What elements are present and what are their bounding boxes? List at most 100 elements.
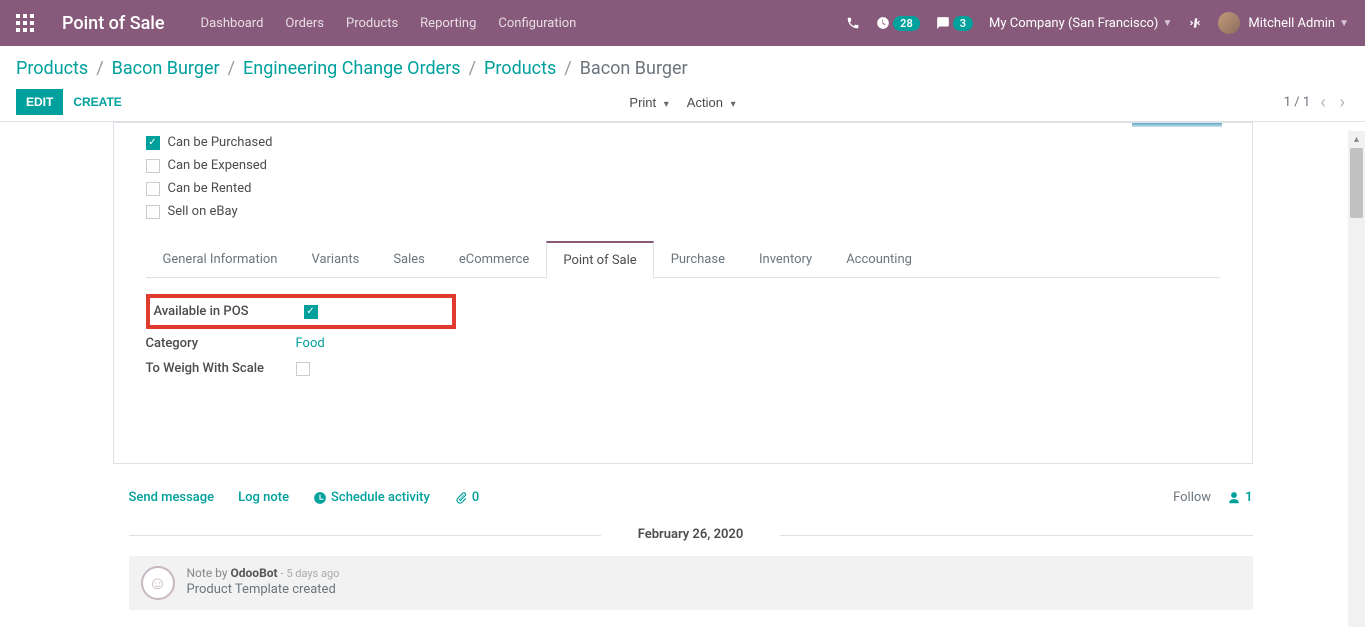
company-name: My Company (San Francisco) xyxy=(989,16,1158,31)
nav-menu: Dashboard Orders Products Reporting Conf… xyxy=(201,16,577,31)
paperclip-icon xyxy=(454,491,468,505)
tab-purchase[interactable]: Purchase xyxy=(654,241,742,278)
checkbox-icon[interactable] xyxy=(296,362,310,376)
option-checks: Can be Purchased Can be Expensed Can be … xyxy=(146,131,1220,223)
message-author: OdooBot xyxy=(231,566,278,580)
edit-button[interactable]: EDIT xyxy=(16,89,63,115)
message-age: - 5 days ago xyxy=(281,567,340,580)
checkbox-icon[interactable] xyxy=(146,159,160,173)
nav-reporting[interactable]: Reporting xyxy=(420,16,476,31)
check-rented: Can be Rented xyxy=(146,177,1220,200)
tabs: General Information Variants Sales eComm… xyxy=(146,241,1220,278)
chevron-down-icon: ▾ xyxy=(664,99,669,110)
row-weigh: To Weigh With Scale xyxy=(146,356,1220,381)
breadcrumb: Products/ Bacon Burger/ Engineering Chan… xyxy=(16,58,1349,79)
activity-icon[interactable]: 28 xyxy=(876,16,920,31)
clock-icon xyxy=(313,491,327,505)
send-message-button[interactable]: Send message xyxy=(129,490,215,505)
tab-general[interactable]: General Information xyxy=(146,241,295,278)
phone-icon[interactable] xyxy=(846,16,860,30)
crumb-products-2[interactable]: Products xyxy=(484,58,556,79)
tab-inventory[interactable]: Inventory xyxy=(742,241,829,278)
checkbox-icon[interactable] xyxy=(146,182,160,196)
pager-prev[interactable]: ‹ xyxy=(1316,92,1329,113)
highlight-available-pos: Available in POS xyxy=(146,294,456,329)
top-navbar: Point of Sale Dashboard Orders Products … xyxy=(0,0,1365,46)
label-weigh: To Weigh With Scale xyxy=(146,361,296,376)
tab-sales[interactable]: Sales xyxy=(376,241,442,278)
tab-pos[interactable]: Point of Sale xyxy=(546,241,653,278)
label-available-pos: Available in POS xyxy=(154,304,304,319)
messages-icon[interactable]: 3 xyxy=(936,16,973,31)
activity-count: 28 xyxy=(893,16,920,31)
attach-count: 0 xyxy=(472,490,479,505)
message: ☺ Note by OdooBot - 5 days ago Product T… xyxy=(129,556,1253,610)
nav-products[interactable]: Products xyxy=(346,16,398,31)
crumb-products[interactable]: Products xyxy=(16,58,88,79)
checkbox-icon[interactable] xyxy=(304,305,318,319)
crumb-bacon-burger[interactable]: Bacon Burger xyxy=(112,58,220,79)
apps-icon[interactable] xyxy=(16,14,34,32)
scroll-up-icon[interactable]: ▴ xyxy=(1348,131,1365,148)
check-ebay: Sell on eBay xyxy=(146,200,1220,223)
form-area: Can be Purchased Can be Expensed Can be … xyxy=(0,121,1365,616)
nav-configuration[interactable]: Configuration xyxy=(498,16,576,31)
action-dropdown[interactable]: Action ▾ xyxy=(681,91,742,114)
label: Can be Rented xyxy=(168,181,252,196)
message-content: Product Template created xyxy=(187,582,340,597)
chatter: Send message Log note Schedule activity … xyxy=(113,464,1253,610)
app-brand[interactable]: Point of Sale xyxy=(62,13,165,34)
follow-button[interactable]: Follow xyxy=(1173,490,1211,505)
checkbox-icon[interactable] xyxy=(146,136,160,150)
debug-icon[interactable] xyxy=(1188,16,1202,30)
row-category: Category Food xyxy=(146,331,1220,356)
form-sheet: Can be Purchased Can be Expensed Can be … xyxy=(113,122,1253,464)
crumb-current: Bacon Burger xyxy=(580,58,688,79)
attachments-button[interactable]: 0 xyxy=(454,490,479,505)
user-menu[interactable]: Mitchell Admin ▼ xyxy=(1218,12,1349,34)
nav-right: 28 3 My Company (San Francisco) ▼ Mitche… xyxy=(846,12,1349,34)
date-separator: February 26, 2020 xyxy=(129,527,1253,542)
tab-accounting[interactable]: Accounting xyxy=(829,241,929,278)
checkbox-icon[interactable] xyxy=(146,205,160,219)
window-scrollbar[interactable]: ▴ xyxy=(1348,131,1365,627)
control-bar: Products/ Bacon Burger/ Engineering Chan… xyxy=(0,46,1365,115)
avatar xyxy=(1218,12,1240,34)
bot-avatar-icon: ☺ xyxy=(141,566,175,600)
company-switcher[interactable]: My Company (San Francisco) ▼ xyxy=(989,16,1172,31)
link-category-value[interactable]: Food xyxy=(296,336,325,351)
toolbar: EDIT CREATE Print ▾ Action ▾ 1 / 1 ‹ › xyxy=(16,89,1349,115)
label-category: Category xyxy=(146,336,296,351)
create-button[interactable]: CREATE xyxy=(63,89,131,115)
tab-body-pos: Available in POS Category Food To Weigh … xyxy=(146,278,1220,435)
print-dropdown[interactable]: Print ▾ xyxy=(623,91,674,114)
label: Can be Expensed xyxy=(168,158,268,173)
schedule-activity-button[interactable]: Schedule activity xyxy=(313,490,430,505)
crumb-eco[interactable]: Engineering Change Orders xyxy=(243,58,461,79)
chevron-down-icon: ▼ xyxy=(1162,18,1172,29)
note-prefix: Note by xyxy=(187,566,231,580)
followers-count: 1 xyxy=(1245,490,1252,505)
user-name: Mitchell Admin xyxy=(1248,16,1335,31)
log-note-button[interactable]: Log note xyxy=(238,490,289,505)
followers-button[interactable]: 1 xyxy=(1227,490,1252,505)
chatter-toolbar: Send message Log note Schedule activity … xyxy=(129,484,1253,521)
product-image xyxy=(1132,123,1222,127)
pager: 1 / 1 ‹ › xyxy=(1284,92,1349,113)
print-label: Print xyxy=(629,95,656,110)
nav-dashboard[interactable]: Dashboard xyxy=(201,16,264,31)
scroll-thumb[interactable] xyxy=(1350,148,1363,218)
label: Can be Purchased xyxy=(168,135,273,150)
nav-orders[interactable]: Orders xyxy=(285,16,324,31)
action-label: Action xyxy=(687,95,723,110)
pager-next[interactable]: › xyxy=(1336,92,1349,113)
chevron-down-icon: ▼ xyxy=(1339,18,1349,29)
pager-text: 1 / 1 xyxy=(1284,95,1310,110)
tab-ecommerce[interactable]: eCommerce xyxy=(442,241,546,278)
label: Sell on eBay xyxy=(168,204,238,219)
check-purchased: Can be Purchased xyxy=(146,131,1220,154)
check-expensed: Can be Expensed xyxy=(146,154,1220,177)
tab-variants[interactable]: Variants xyxy=(294,241,376,278)
label: Schedule activity xyxy=(331,490,430,505)
chevron-down-icon: ▾ xyxy=(731,99,736,110)
